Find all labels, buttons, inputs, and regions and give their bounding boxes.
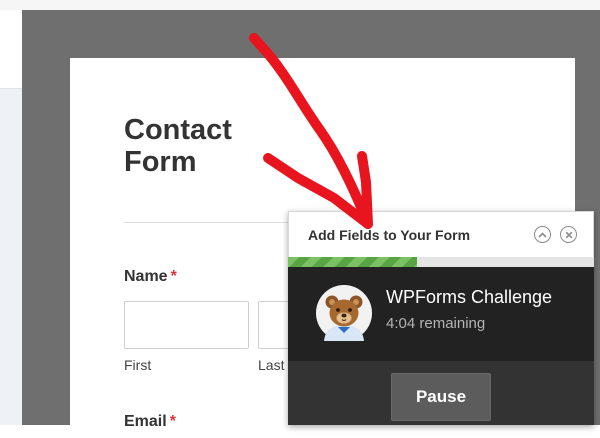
challenge-info: WPForms Challenge 4:04 remaining (288, 267, 594, 361)
challenge-time-remaining: 4:04 remaining (386, 315, 486, 332)
challenge-step-title: Add Fields to Your Form (308, 227, 471, 243)
first-name-input[interactable] (124, 301, 249, 349)
bear-mascot-icon (316, 285, 372, 341)
required-marker: * (170, 268, 177, 285)
email-field-label: Email * (124, 413, 176, 431)
required-marker: * (169, 413, 176, 430)
first-name-sublabel: First (124, 357, 152, 373)
chevron-up-icon[interactable] (534, 226, 551, 243)
email-label-text: Email (124, 413, 167, 430)
name-field-label: Name * (124, 268, 177, 286)
challenge-popup: Add Fields to Your Form WPForms Challeng… (288, 211, 594, 425)
challenge-progress-bar (288, 257, 594, 267)
challenge-progress-fill (288, 257, 417, 267)
challenge-name: WPForms Challenge (386, 287, 553, 307)
challenge-popup-header: Add Fields to Your Form (288, 211, 594, 257)
name-label-text: Name (124, 268, 168, 285)
left-panel (0, 10, 22, 425)
challenge-popup-footer: Pause (288, 361, 594, 425)
form-title: Contact Form (124, 114, 232, 178)
last-name-sublabel: Last (258, 357, 285, 373)
left-panel-header (0, 10, 22, 89)
pause-button[interactable]: Pause (391, 373, 491, 421)
close-icon[interactable] (560, 226, 577, 243)
